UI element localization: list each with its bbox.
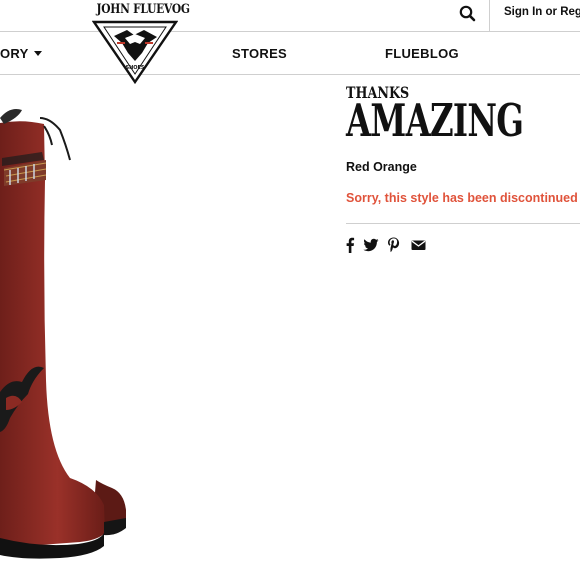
facebook-share-button[interactable] (345, 237, 355, 253)
logo-wordmark: JOHN FLUEVOG (96, 2, 190, 17)
sign-in-link[interactable]: Sign In or Regis (504, 6, 580, 18)
divider (346, 223, 580, 224)
boot-image (0, 109, 126, 559)
twitter-share-button[interactable] (363, 237, 379, 253)
twitter-icon (363, 238, 379, 252)
nav-flueblog[interactable]: FLUEBLOG (385, 46, 459, 61)
pinterest-share-button[interactable] (387, 237, 400, 253)
pinterest-icon (388, 237, 400, 253)
logo-triangle-icon: SHOES (92, 20, 178, 84)
nav-history[interactable]: TORY (0, 46, 42, 61)
nav-stores[interactable]: STORES (232, 46, 287, 61)
header-divider (489, 0, 490, 31)
logo-subtext: SHOES (125, 65, 144, 71)
nav-history-label: TORY (0, 46, 29, 61)
search-icon (459, 5, 476, 22)
chevron-down-icon (33, 51, 42, 56)
email-icon (411, 240, 426, 250)
discontinued-notice: Sorry, this style has been discontinued (346, 191, 578, 205)
product-color: Red Orange (346, 160, 417, 174)
facebook-icon (346, 237, 355, 253)
top-bar: Sign In or Regis (0, 0, 580, 32)
email-share-button[interactable] (411, 237, 426, 253)
fluevog-logo[interactable]: JOHN FLUEVOG SHOES (88, 0, 190, 84)
search-button[interactable] (453, 2, 481, 24)
main-nav: TORY STORES FLUEBLOG (0, 32, 580, 75)
product-title: AMAZING (346, 94, 524, 147)
